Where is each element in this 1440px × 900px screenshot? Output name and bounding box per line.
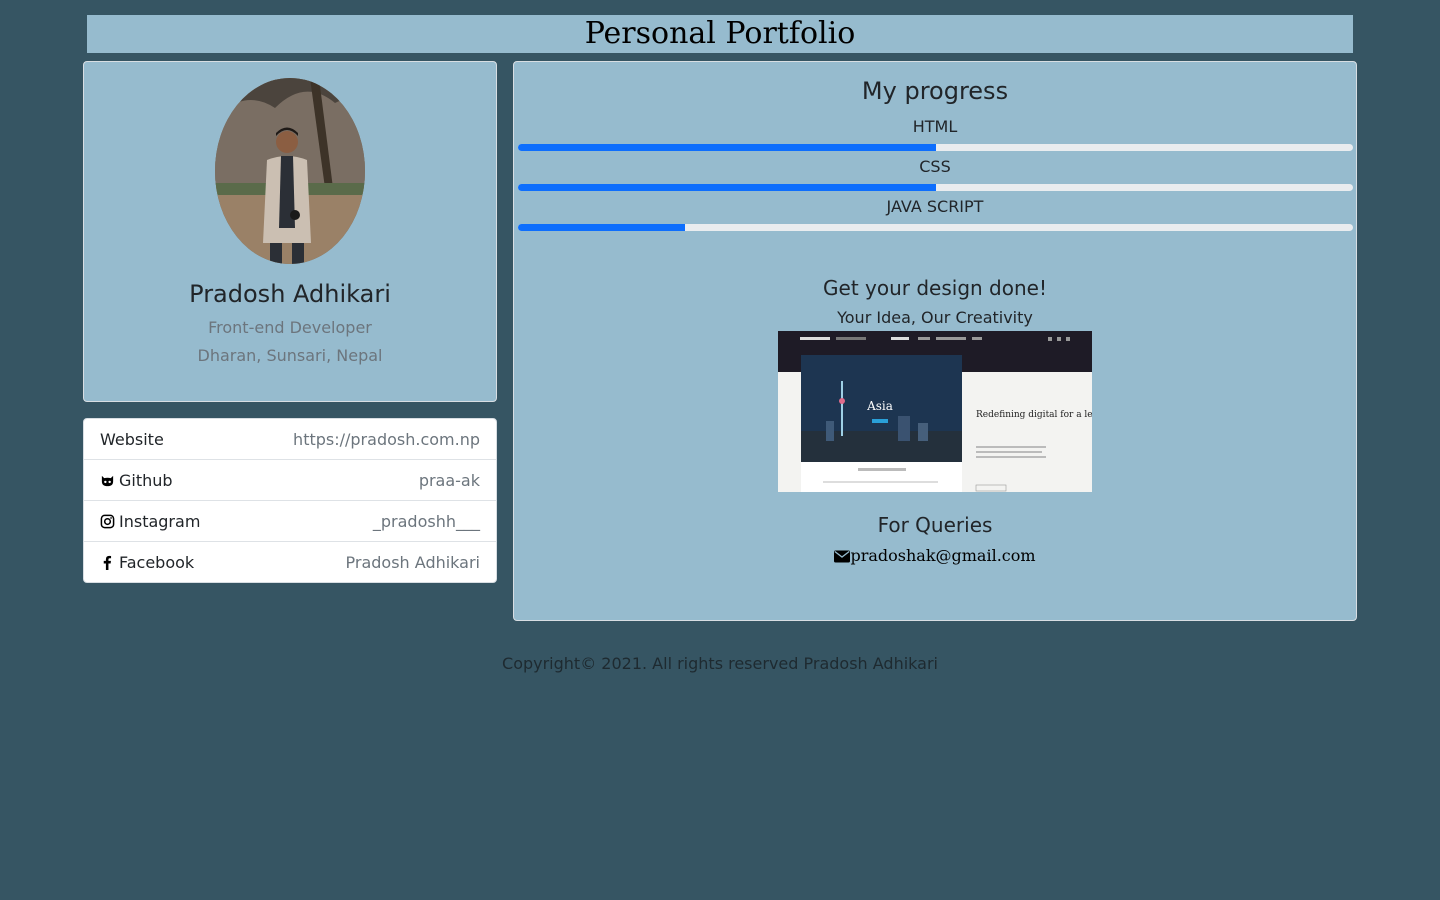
instagram-link[interactable]: _pradoshh___ — [373, 512, 480, 531]
facebook-link[interactable]: Pradosh Adhikari — [346, 553, 480, 572]
progress-fill-javascript — [518, 224, 685, 231]
github-label: Github — [119, 470, 173, 490]
profile-location: Dharan, Sunsari, Nepal — [197, 346, 383, 365]
progress-bar-html — [518, 144, 1353, 151]
social-item-label: Website — [100, 430, 164, 449]
profile-name: Pradosh Adhikari — [189, 280, 391, 308]
social-item-label: Facebook — [100, 553, 194, 572]
progress-bar-css — [518, 184, 1353, 191]
progress-bar-javascript — [518, 224, 1353, 231]
instagram-icon — [100, 514, 115, 528]
website-link[interactable]: https://pradosh.com.np — [293, 430, 480, 449]
footer-copyright: Copyright© 2021. All rights reserved Pra… — [502, 654, 938, 673]
facebook-icon — [103, 555, 112, 570]
social-item-github[interactable]: Github praa-ak — [84, 460, 496, 501]
page-header: Personal Portfolio — [87, 15, 1353, 53]
progress-title: My progress — [861, 77, 1009, 105]
main-card: My progress HTML CSS JAVA SCRIPT Get you… — [513, 61, 1357, 621]
facebook-label: Facebook — [119, 553, 195, 572]
design-title: Get your design done! — [823, 276, 1047, 300]
social-item-facebook[interactable]: Facebook Pradosh Adhikari — [84, 542, 496, 583]
mockup-hero-text: Asia — [866, 399, 893, 413]
instagram-label: Instagram — [119, 511, 201, 531]
email-address[interactable]: pradoshak@gmail.com — [850, 546, 1035, 566]
avatar — [215, 78, 365, 264]
contact-email[interactable]: pradoshak@gmail.com — [514, 546, 1356, 566]
design-showcase-image: Asia Redefining digital for a legendary … — [778, 331, 1092, 492]
profile-card: Pradosh Adhikari Front-end Developer Dha… — [83, 61, 497, 402]
website-label: Website — [100, 429, 164, 449]
progress-fill-html — [518, 144, 936, 151]
github-link[interactable]: praa-ak — [419, 471, 480, 490]
envelope-icon — [834, 550, 851, 562]
github-icon — [101, 475, 114, 486]
social-item-instagram[interactable]: Instagram _pradoshh___ — [84, 501, 496, 542]
social-links-list: Website https://pradosh.com.np Github pr… — [83, 418, 497, 583]
profile-role: Front-end Developer — [208, 318, 372, 337]
website-mockup-image: Asia Redefining digital for a legendary … — [778, 331, 1092, 492]
queries-title: For Queries — [877, 513, 993, 537]
skill-label-css: CSS — [919, 157, 951, 176]
social-item-label: Instagram — [100, 512, 200, 531]
social-item-website[interactable]: Website https://pradosh.com.np — [84, 419, 496, 460]
page-title: Personal Portfolio — [584, 16, 856, 51]
design-subtitle: Your Idea, Our Creativity — [837, 308, 1033, 327]
avatar-photo — [215, 78, 365, 264]
progress-fill-css — [518, 184, 936, 191]
mockup-tagline-text: Redefining digital for a legendary trave… — [976, 410, 1092, 420]
skill-label-html: HTML — [912, 117, 958, 136]
skill-label-javascript: JAVA SCRIPT — [886, 197, 984, 216]
social-item-label: Github — [100, 471, 173, 490]
